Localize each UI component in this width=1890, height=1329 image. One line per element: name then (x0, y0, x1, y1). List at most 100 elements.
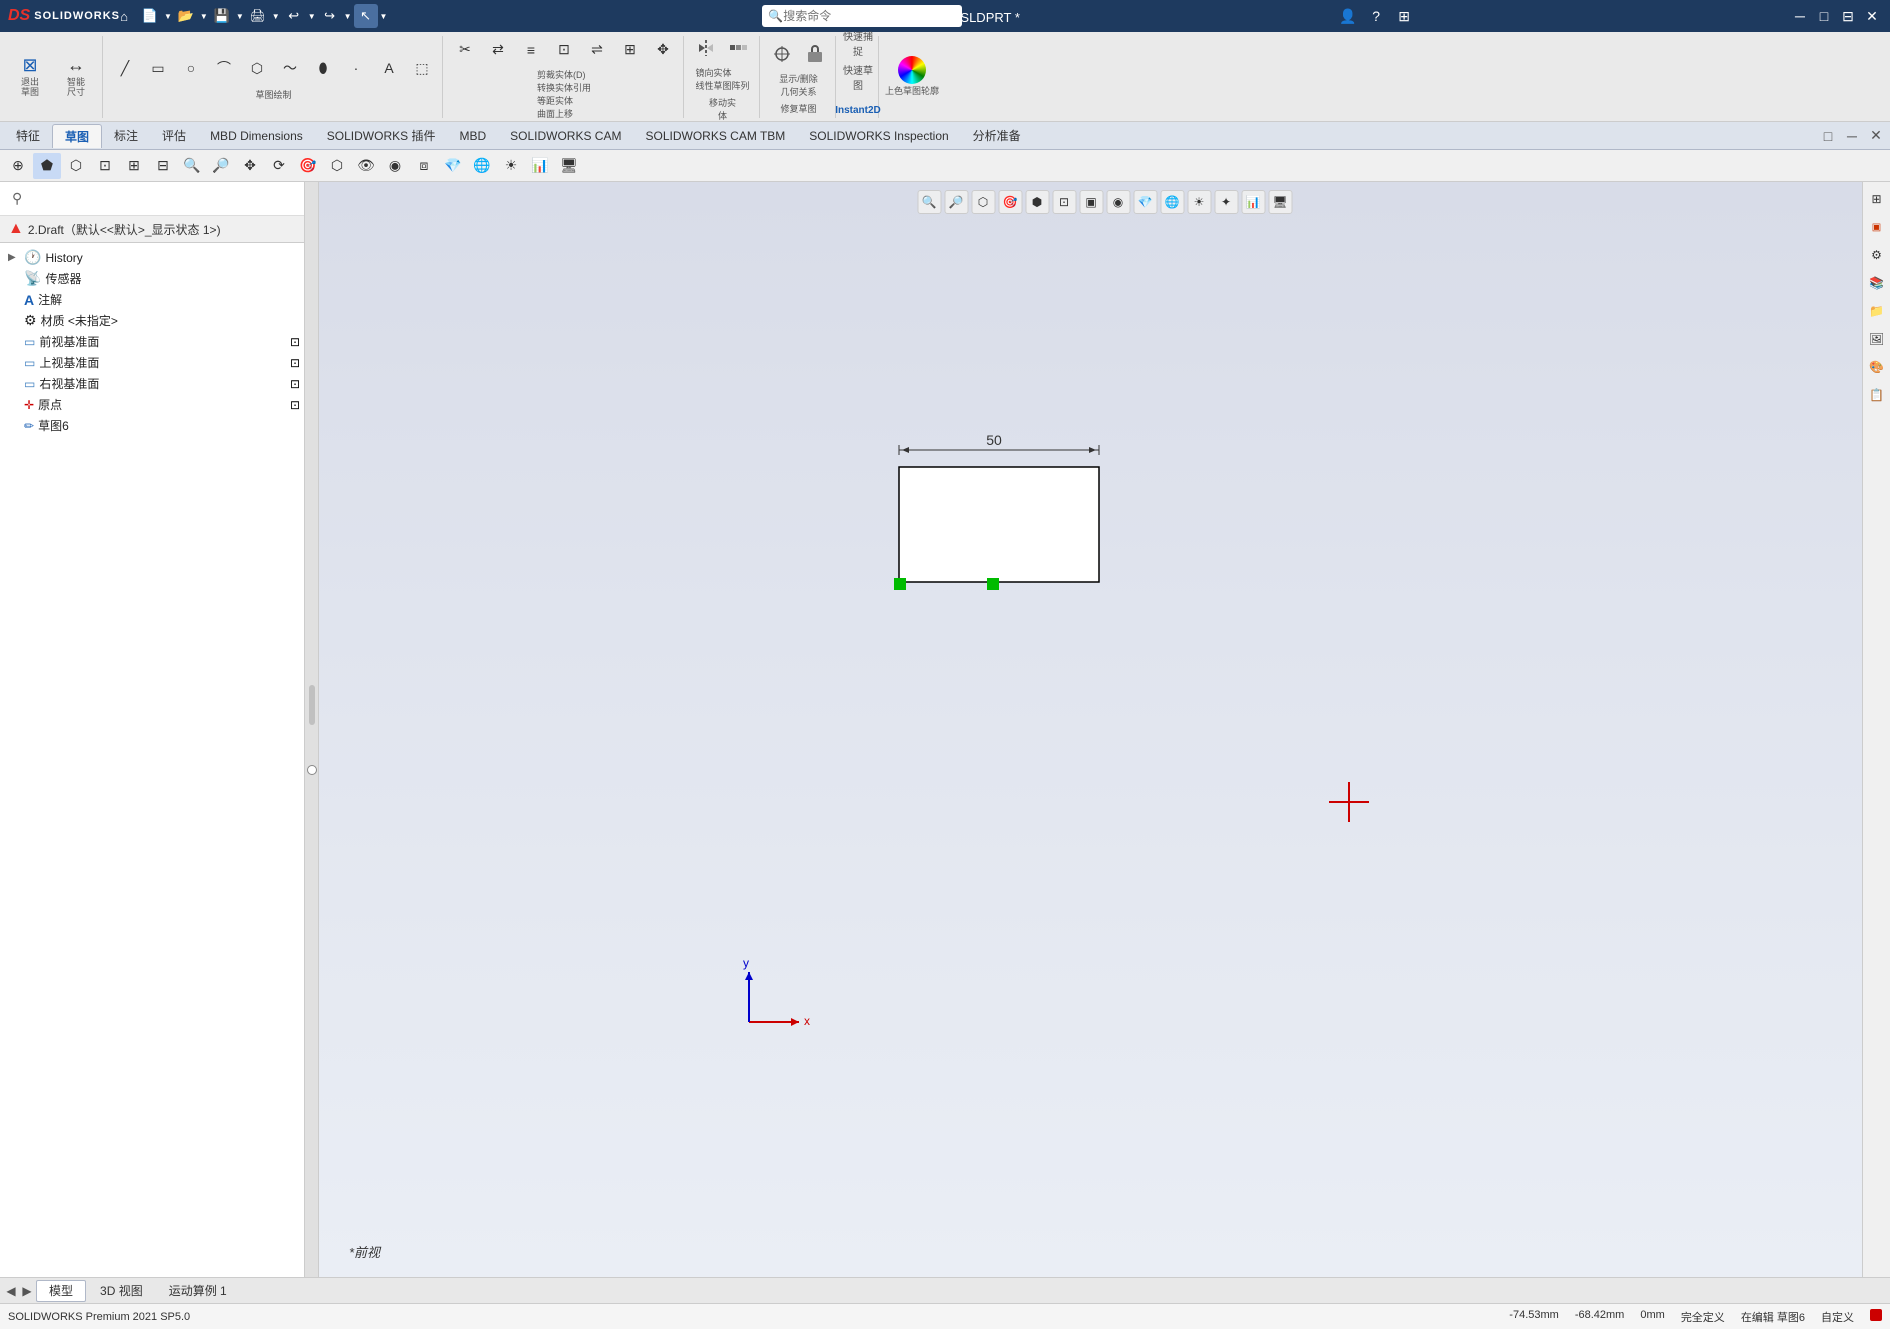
view-palette-button[interactable]: 🖼 (1866, 328, 1888, 350)
undo-button[interactable]: ↩ (282, 4, 306, 28)
model-tab[interactable]: 模型 (36, 1280, 86, 1302)
tab-analysis[interactable]: 分析准备 (961, 124, 1033, 148)
print-dropdown[interactable]: ▼ (272, 12, 280, 21)
appearance-rt-button[interactable]: ▣ (1866, 216, 1888, 238)
realview-vp-button[interactable]: ✦ (1214, 190, 1238, 214)
origin-expand-btn[interactable]: ⊡ (290, 398, 300, 412)
sketch-handle-bc[interactable] (987, 578, 999, 590)
appearance-button[interactable] (898, 56, 926, 84)
convert-button[interactable]: ⇄ (482, 34, 514, 66)
std-views-vp-button[interactable]: ⊡ (1052, 190, 1076, 214)
tab-expand-button[interactable]: □ (1818, 126, 1838, 146)
minimize-button[interactable]: ─ (1790, 6, 1810, 26)
quick-snap-button[interactable]: 快速捕捉 (842, 27, 874, 59)
display-mode-vp-button[interactable]: 📊 (1241, 190, 1265, 214)
plane-button[interactable]: ⬚ (406, 52, 438, 84)
line-button[interactable]: ╱ (109, 52, 141, 84)
screen-capture-button[interactable]: 🖥 (555, 153, 583, 179)
close-button[interactable]: ✕ (1862, 6, 1882, 26)
new-button[interactable]: 📄 (138, 4, 162, 28)
scene-vp-button[interactable]: ☀ (1187, 190, 1211, 214)
tab-evaluate[interactable]: 评估 (150, 124, 198, 148)
tab-minimize-button[interactable]: ─ (1842, 126, 1862, 146)
open-dropdown[interactable]: ▼ (200, 12, 208, 21)
hide-show-button[interactable]: ◉ (381, 153, 409, 179)
ellipse-button[interactable]: ⬮ (307, 52, 339, 84)
zoom-previous-vp-button[interactable]: 🔍 (917, 190, 941, 214)
new-dropdown[interactable]: ▼ (164, 12, 172, 21)
tab-mbd[interactable]: MBD (447, 124, 498, 148)
instant2d-button[interactable]: Instant2D (842, 95, 874, 127)
undo-dropdown[interactable]: ▼ (308, 12, 316, 21)
zoom-extents-button[interactable]: ⊞ (120, 153, 148, 179)
print-button[interactable]: 🖨 (246, 4, 270, 28)
orient-view-button[interactable]: ⬢ (1025, 190, 1049, 214)
tab-sw-cam[interactable]: SOLIDWORKS CAM (498, 124, 633, 148)
collapse-button[interactable] (307, 765, 317, 775)
redo-button[interactable]: ↪ (318, 4, 342, 28)
home-button[interactable]: ⌂ (112, 4, 136, 28)
linear-pattern-button[interactable] (723, 32, 755, 64)
file-explorer-button[interactable]: 📁 (1866, 300, 1888, 322)
circle-button[interactable]: ○ (175, 52, 207, 84)
equal-button[interactable]: ≡ (515, 34, 547, 66)
top-plane-expand-btn[interactable]: ⊡ (290, 356, 300, 370)
save-dropdown[interactable]: ▼ (236, 12, 244, 21)
select-filter-button[interactable]: ⊕ (4, 153, 32, 179)
task-pane-button[interactable]: ⊞ (1866, 188, 1888, 210)
show-relations-button[interactable] (766, 38, 798, 70)
hide-show-vp-button[interactable]: ◉ (1106, 190, 1130, 214)
tree-item-sketch6[interactable]: ✏ 草图6 (0, 415, 304, 436)
pan-button[interactable]: ✥ (236, 153, 264, 179)
cursor-button[interactable]: ↖ (354, 4, 378, 28)
view-orient-button[interactable]: 🎯 (294, 153, 322, 179)
zoom-extents-vp-button[interactable]: 🔎 (944, 190, 968, 214)
redo-dropdown[interactable]: ▼ (344, 12, 352, 21)
3d-view-tab[interactable]: 3D 视图 (88, 1280, 155, 1302)
shadows-button[interactable]: 🌐 (468, 153, 496, 179)
tab-sw-plugins[interactable]: SOLIDWORKS 插件 (315, 124, 448, 148)
tab-features[interactable]: 特征 (4, 124, 52, 148)
tab-close-button[interactable]: ✕ (1866, 126, 1886, 146)
smart-dim-button[interactable]: ↔ 智能尺寸 (54, 55, 98, 99)
scene-button[interactable]: ☀ (497, 153, 525, 179)
tree-item-material[interactable]: ⚙ 材质 <未指定> (0, 310, 304, 331)
trim-button[interactable]: ✂ (449, 34, 481, 66)
tab-sw-inspection[interactable]: SOLIDWORKS Inspection (797, 124, 960, 148)
display-mode-button[interactable]: 📊 (526, 153, 554, 179)
user-icon[interactable]: 👤 (1337, 5, 1359, 27)
tree-item-sensors[interactable]: 📡 传感器 (0, 268, 304, 289)
polygon-button[interactable]: ⬡ (241, 52, 273, 84)
status-indicator[interactable] (1870, 1309, 1882, 1321)
tree-item-front-plane[interactable]: ▭ 前视基准面 ⊡ (0, 331, 304, 352)
offset-button[interactable]: ⊡ (548, 34, 580, 66)
mirror-entities-button[interactable] (690, 32, 722, 64)
right-plane-expand-btn[interactable]: ⊡ (290, 377, 300, 391)
point-button[interactable]: · (340, 52, 372, 84)
tree-item-top-plane[interactable]: ▭ 上视基准面 ⊡ (0, 352, 304, 373)
select-button[interactable]: ⬟ (33, 153, 61, 179)
zoom-area-button[interactable]: ⊟ (149, 153, 177, 179)
screen-vp-button[interactable]: 🖥 (1268, 190, 1292, 214)
view-display-button[interactable]: 👁 (352, 153, 380, 179)
select2-button[interactable]: ⬡ (62, 153, 90, 179)
resize-handle[interactable] (309, 685, 315, 725)
tree-item-right-plane[interactable]: ▭ 右视基准面 ⊡ (0, 373, 304, 394)
maximize-panel-button[interactable]: ⊟ (1838, 6, 1858, 26)
save-button[interactable]: 💾 (210, 4, 234, 28)
move-button[interactable]: ✥ (647, 34, 679, 66)
linear-array-button[interactable]: ⊞ (614, 34, 646, 66)
resource-rt-button[interactable]: ⚙ (1866, 244, 1888, 266)
mirror-button[interactable]: ⇌ (581, 34, 613, 66)
text-button[interactable]: A (373, 52, 405, 84)
canvas[interactable]: 🔍 🔎 ⬡ 🎯 ⬢ ⊡ ▣ ◉ 💎 🌐 ☀ ✦ 📊 🖥 (319, 182, 1890, 1277)
nav-right-button[interactable]: ▶ (20, 1281, 34, 1301)
sketch-handle-bl[interactable] (894, 578, 906, 590)
shadows-vp-button[interactable]: 🌐 (1160, 190, 1184, 214)
zoom-in-button[interactable]: 🔍 (178, 153, 206, 179)
tree-item-origin[interactable]: ✛ 原点 ⊡ (0, 394, 304, 415)
tab-sw-cam-tbm[interactable]: SOLIDWORKS CAM TBM (633, 124, 797, 148)
move-entities-button[interactable]: 移动实体 (707, 96, 739, 122)
zoom-previous-button[interactable]: ⊡ (91, 153, 119, 179)
tab-mbd-dim[interactable]: MBD Dimensions (198, 124, 315, 148)
